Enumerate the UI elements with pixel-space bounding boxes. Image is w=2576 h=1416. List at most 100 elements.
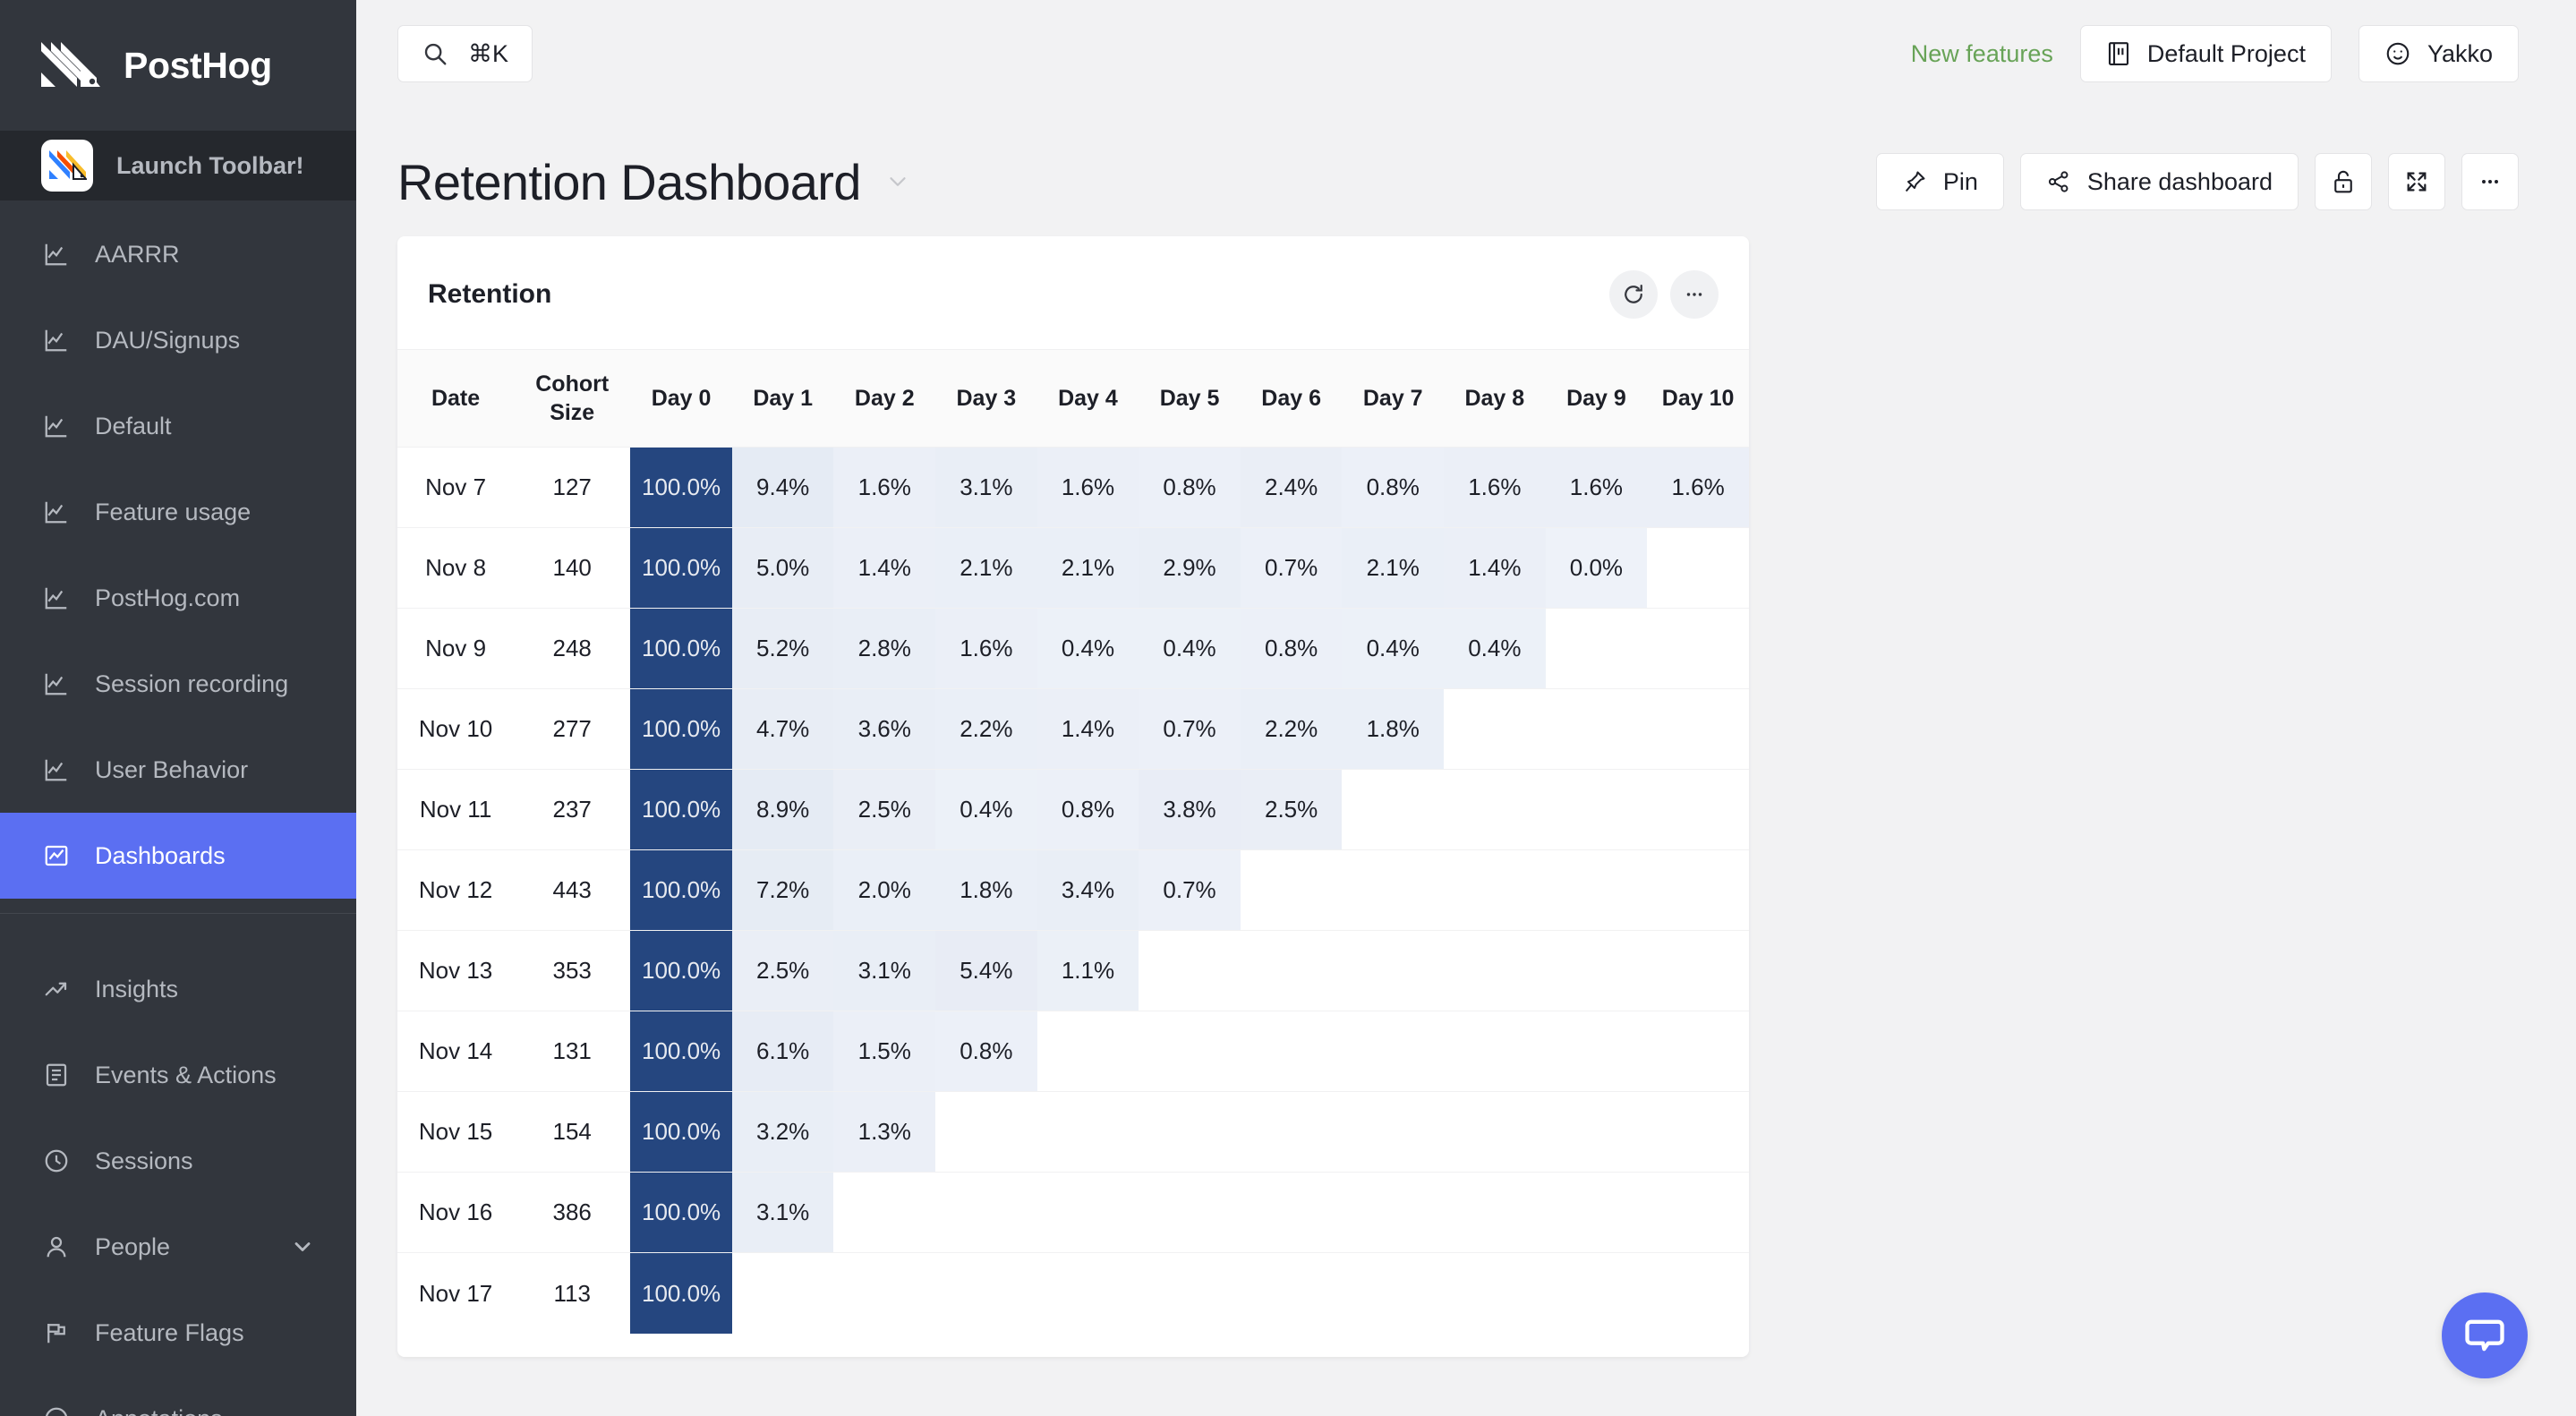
cell-retention-value[interactable]: 3.1% (935, 447, 1037, 528)
table-row: Nov 12 443 100.0% 7.2% 2.0% 1.8% 3.4% 0.7% (397, 849, 1749, 931)
cell-retention-value[interactable]: 2.1% (935, 527, 1037, 609)
cell-retention-value[interactable]: 100.0% (630, 688, 732, 770)
cell-retention-value[interactable]: 1.4% (1036, 688, 1139, 770)
share-dashboard-button[interactable]: Share dashboard (2019, 153, 2299, 210)
cell-retention-value[interactable]: 0.7% (1139, 849, 1241, 931)
cell-retention-value[interactable]: 5.0% (731, 527, 834, 609)
cell-retention-value[interactable]: 8.9% (731, 769, 834, 850)
cell-retention-value[interactable]: 1.4% (833, 527, 936, 609)
cell-retention-value[interactable]: 5.4% (935, 930, 1037, 1011)
cell-retention-value[interactable]: 5.2% (731, 608, 834, 689)
cell-retention-value[interactable]: 0.7% (1139, 688, 1241, 770)
cell-retention-value[interactable]: 4.7% (731, 688, 834, 770)
refresh-button[interactable] (1609, 270, 1658, 319)
cell-retention-value[interactable]: 2.5% (1240, 769, 1343, 850)
cell-retention-value[interactable]: 0.8% (1342, 447, 1445, 528)
cell-retention-value[interactable]: 100.0% (630, 930, 732, 1011)
sidebar-item-user-behavior[interactable]: User Behavior (0, 727, 356, 813)
pin-button[interactable]: Pin (1875, 153, 2004, 210)
cell-retention-value[interactable]: 1.5% (833, 1011, 936, 1092)
cell-retention-value[interactable]: 100.0% (630, 527, 732, 609)
cell-retention-value[interactable]: 2.2% (1240, 688, 1343, 770)
cell-retention-value[interactable]: 0.4% (1036, 608, 1139, 689)
cell-retention-value[interactable]: 1.3% (833, 1091, 936, 1173)
sidebar-item-sessions[interactable]: Sessions (0, 1118, 356, 1204)
cell-retention-value[interactable]: 1.6% (1647, 447, 1749, 528)
cell-retention-value[interactable]: 2.1% (1342, 527, 1445, 609)
cell-retention-value[interactable]: 7.2% (731, 849, 834, 931)
cell-retention-value[interactable]: 0.4% (1139, 608, 1241, 689)
sidebar-item-insights[interactable]: Insights (0, 946, 356, 1032)
chat-widget-button[interactable] (2442, 1292, 2528, 1378)
cell-retention-value[interactable]: 0.7% (1240, 527, 1343, 609)
sidebar-item-posthog-com[interactable]: PostHog.com (0, 555, 356, 641)
cell-retention-value[interactable]: 2.1% (1036, 527, 1139, 609)
project-switcher-button[interactable]: Default Project (2079, 25, 2332, 82)
sidebar-item-dashboards[interactable]: Dashboards (0, 813, 356, 899)
cell-empty (1342, 1252, 1445, 1334)
cell-retention-value[interactable]: 100.0% (630, 769, 732, 850)
cell-retention-value[interactable]: 6.1% (731, 1011, 834, 1092)
cell-retention-value[interactable]: 100.0% (630, 1091, 732, 1173)
cell-retention-value[interactable]: 0.8% (1139, 447, 1241, 528)
launch-toolbar-button[interactable]: Launch Toolbar! (0, 131, 356, 200)
cell-retention-value[interactable]: 1.8% (935, 849, 1037, 931)
cell-retention-value[interactable]: 2.2% (935, 688, 1037, 770)
cell-retention-value[interactable]: 1.8% (1342, 688, 1445, 770)
chevron-down-icon[interactable] (290, 1234, 315, 1259)
cell-retention-value[interactable]: 2.5% (731, 930, 834, 1011)
sidebar-item-people[interactable]: People (0, 1204, 356, 1290)
cell-retention-value[interactable]: 2.4% (1240, 447, 1343, 528)
fullscreen-button[interactable] (2388, 153, 2445, 210)
sidebar-item-session-recording[interactable]: Session recording (0, 641, 356, 727)
sidebar-item-events-actions[interactable]: Events & Actions (0, 1032, 356, 1118)
cell-retention-value[interactable]: 9.4% (731, 447, 834, 528)
cell-retention-value[interactable]: 0.4% (1444, 608, 1546, 689)
cell-retention-value[interactable]: 1.6% (833, 447, 936, 528)
user-menu-button[interactable]: Yakko (2358, 25, 2519, 82)
cell-retention-value[interactable]: 1.6% (935, 608, 1037, 689)
card-more-options-button[interactable] (1670, 270, 1719, 319)
cell-retention-value[interactable]: 0.4% (935, 769, 1037, 850)
new-features-link[interactable]: New features (1911, 40, 2053, 68)
cell-retention-value[interactable]: 1.4% (1444, 527, 1546, 609)
more-options-button[interactable] (2461, 153, 2519, 210)
cell-retention-value[interactable]: 1.6% (1545, 447, 1648, 528)
sidebar-item-feature-usage[interactable]: Feature usage (0, 469, 356, 555)
cell-retention-value[interactable]: 0.8% (1240, 608, 1343, 689)
sidebar-item-aarrr[interactable]: AARRR (0, 211, 356, 297)
cell-retention-value[interactable]: 3.6% (833, 688, 936, 770)
cell-retention-value[interactable]: 0.4% (1342, 608, 1445, 689)
cell-retention-value[interactable]: 1.6% (1036, 447, 1139, 528)
cell-retention-value[interactable]: 100.0% (630, 1011, 732, 1092)
cell-retention-value[interactable]: 100.0% (630, 447, 732, 528)
cell-empty (1647, 930, 1749, 1011)
cell-retention-value[interactable]: 1.1% (1036, 930, 1139, 1011)
cell-retention-value[interactable]: 0.0% (1545, 527, 1648, 609)
line-chart-icon (41, 239, 72, 269)
cell-retention-value[interactable]: 2.0% (833, 849, 936, 931)
cell-retention-value[interactable]: 100.0% (630, 608, 732, 689)
cell-retention-value[interactable]: 100.0% (630, 1252, 732, 1334)
cell-retention-value[interactable]: 1.6% (1444, 447, 1546, 528)
chevron-down-icon[interactable] (884, 168, 911, 195)
brand[interactable]: PostHog (0, 0, 356, 131)
cell-retention-value[interactable]: 100.0% (630, 849, 732, 931)
cell-retention-value[interactable]: 3.1% (731, 1172, 834, 1253)
sidebar-item-annotations[interactable]: Annotations (0, 1376, 356, 1416)
cell-retention-value[interactable]: 3.2% (731, 1091, 834, 1173)
cell-retention-value[interactable]: 100.0% (630, 1172, 732, 1253)
unlock-button[interactable] (2315, 153, 2372, 210)
cell-retention-value[interactable]: 0.8% (1036, 769, 1139, 850)
sidebar-item-dau-signups[interactable]: DAU/Signups (0, 297, 356, 383)
cell-retention-value[interactable]: 3.8% (1139, 769, 1241, 850)
search-button[interactable]: ⌘K (397, 25, 533, 82)
sidebar-item-default[interactable]: Default (0, 383, 356, 469)
cell-retention-value[interactable]: 3.4% (1036, 849, 1139, 931)
cell-retention-value[interactable]: 2.9% (1139, 527, 1241, 609)
sidebar-item-feature-flags[interactable]: Feature Flags (0, 1290, 356, 1376)
cell-retention-value[interactable]: 3.1% (833, 930, 936, 1011)
cell-retention-value[interactable]: 2.8% (833, 608, 936, 689)
cell-retention-value[interactable]: 0.8% (935, 1011, 1037, 1092)
cell-retention-value[interactable]: 2.5% (833, 769, 936, 850)
